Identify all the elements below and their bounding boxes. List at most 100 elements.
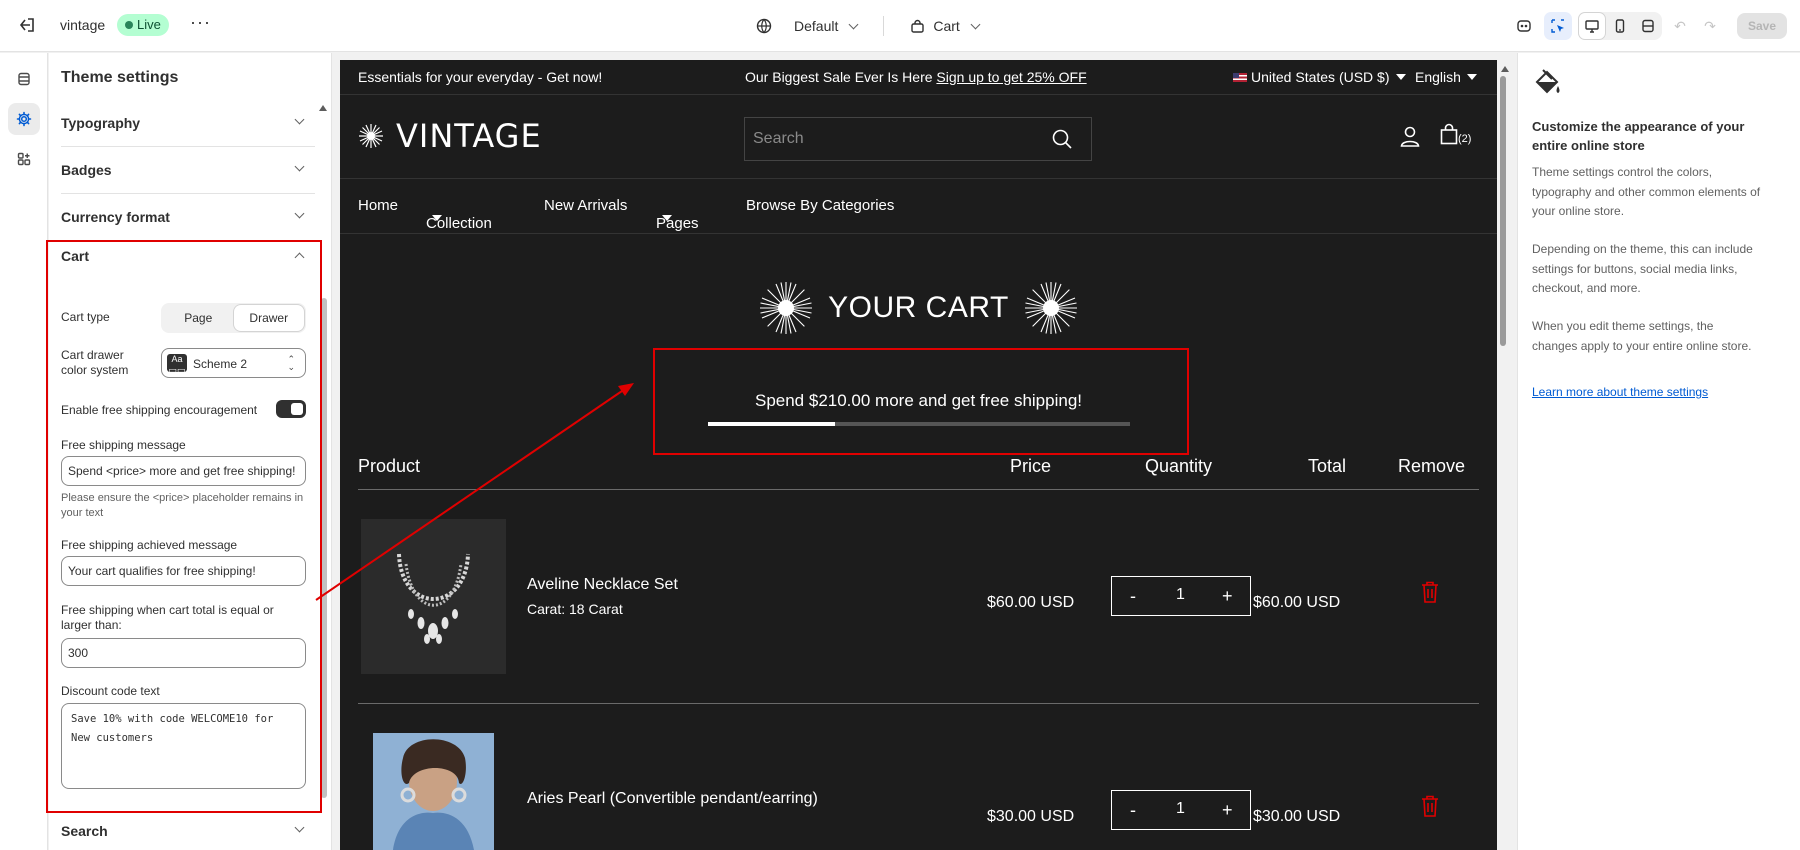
nav-new-arrivals[interactable]: New Arrivals xyxy=(544,197,627,214)
section-badges[interactable]: Badges xyxy=(61,147,315,194)
trash-icon[interactable] xyxy=(1420,794,1440,818)
item-price: $30.00 USD xyxy=(987,808,1075,825)
shipping-message-input[interactable]: Spend <price> more and get free shipping… xyxy=(61,456,306,486)
chevron-down-icon xyxy=(970,19,981,29)
cart-type-page[interactable]: Page xyxy=(163,305,234,331)
section-currency-format[interactable]: Currency format xyxy=(61,194,315,241)
page-label: Cart xyxy=(933,18,960,34)
theme-settings-panel: Theme settings Typography Badges Currenc… xyxy=(49,53,332,850)
scroll-up-arrow[interactable] xyxy=(319,105,327,111)
caret-down-icon xyxy=(1466,74,1477,80)
store-search[interactable]: Search xyxy=(744,117,1092,161)
col-remove: Remove xyxy=(1398,456,1466,476)
device-toggle xyxy=(1578,12,1662,40)
mobile-icon[interactable] xyxy=(1606,12,1634,40)
qty-minus-button[interactable]: - xyxy=(1130,800,1136,821)
save-button[interactable]: Save xyxy=(1737,13,1787,39)
rail-theme-settings[interactable] xyxy=(8,103,40,135)
item-total: $30.00 USD xyxy=(1253,808,1341,825)
country-selector[interactable]: United States (USD $) xyxy=(1233,69,1406,85)
store-preview: Essentials for your everyday - Get now! … xyxy=(340,60,1497,850)
chevron-down-icon xyxy=(294,822,305,833)
quantity-stepper: - 1 + xyxy=(1111,576,1251,616)
item-total: $60.00 USD xyxy=(1253,594,1341,611)
bag-icon xyxy=(911,19,925,33)
info-paragraph: Depending on the theme, this can include… xyxy=(1532,242,1753,295)
preview-scrollbar[interactable] xyxy=(1500,76,1506,346)
view-controls: ↶ ↷ xyxy=(1510,12,1722,40)
product-image-necklace[interactable] xyxy=(361,519,506,674)
item-price: $60.00 USD xyxy=(987,594,1075,611)
qty-value[interactable]: 1 xyxy=(1176,800,1185,818)
nav-browse-categories[interactable]: Browse By Categories xyxy=(746,197,894,214)
chevron-down-icon xyxy=(294,161,305,172)
info-paragraph: Theme settings control the colors, typog… xyxy=(1532,165,1761,218)
account-icon[interactable] xyxy=(1400,125,1420,147)
live-badge: Live xyxy=(117,14,169,36)
drawer-color-select[interactable]: Aa ▭▭ Scheme 2 ⌃ ⌄ xyxy=(161,348,306,378)
language-selector[interactable]: English xyxy=(1415,69,1477,85)
inspector-icon[interactable] xyxy=(1544,12,1572,40)
qty-minus-button[interactable]: - xyxy=(1130,586,1136,607)
cart-type-drawer[interactable]: Drawer xyxy=(233,305,304,331)
scroll-up-arrow[interactable] xyxy=(1501,66,1509,72)
panel-scrollbar[interactable] xyxy=(321,298,327,798)
rail-sections[interactable] xyxy=(8,63,40,95)
section-search[interactable]: Search xyxy=(61,811,315,850)
col-total: Total xyxy=(1308,456,1347,476)
bag-icon xyxy=(1440,123,1458,145)
item-name[interactable]: Aries Pearl (Convertible pendant/earring… xyxy=(527,790,818,808)
section-cart: Cart Cart type Page Drawer Cart drawer c… xyxy=(61,248,315,789)
qty-plus-button[interactable]: + xyxy=(1222,586,1233,607)
info-paragraph: When you edit theme settings, the change… xyxy=(1532,319,1752,353)
announcement-bar: Essentials for your everyday - Get now! … xyxy=(340,60,1497,94)
shipping-message-help: Please ensure the <price> placeholder re… xyxy=(61,492,304,519)
cart-type-toggle: Page Drawer xyxy=(161,303,306,333)
achieved-message-label: Free shipping achieved message xyxy=(61,538,238,552)
signup-link[interactable]: Sign up to get 25% OFF xyxy=(936,69,1086,85)
store-logo[interactable]: VINTAGE xyxy=(358,117,542,155)
encouragement-toggle[interactable] xyxy=(276,400,306,418)
gear-icon xyxy=(16,111,32,127)
apps-icon xyxy=(17,152,31,166)
desktop-icon[interactable] xyxy=(1578,12,1606,40)
undo-icon[interactable]: ↶ xyxy=(1668,12,1692,40)
section-typography[interactable]: Typography xyxy=(61,100,315,147)
discount-text-label: Discount code text xyxy=(61,684,160,698)
caret-down-icon xyxy=(432,215,442,221)
main-nav: Home Collection New Arrivals Pages Brows… xyxy=(340,179,1497,234)
trash-icon[interactable] xyxy=(1420,580,1440,604)
select-arrows-icon: ⌃ ⌄ xyxy=(287,354,295,372)
achieved-message-input[interactable]: Your cart qualifies for free shipping! xyxy=(61,556,306,586)
cart-icon-button[interactable]: (2) xyxy=(1440,123,1471,145)
redo-icon[interactable]: ↷ xyxy=(1698,12,1722,40)
col-price: Price xyxy=(1010,456,1052,476)
item-name[interactable]: Aveline Necklace Set xyxy=(527,576,678,594)
color-scheme-swatch: Aa ▭▭ xyxy=(167,354,187,375)
table-divider xyxy=(358,489,1479,490)
qty-value[interactable]: 1 xyxy=(1176,586,1185,604)
discount-text-input[interactable]: Save 10% with code WELCOME10 for New cus… xyxy=(61,703,306,789)
more-actions-button[interactable]: ··· xyxy=(190,12,211,33)
app-embeds-icon[interactable] xyxy=(1510,12,1538,40)
threshold-input[interactable]: 300 xyxy=(61,638,306,668)
drawer-color-label: Cart drawer color system xyxy=(61,348,129,377)
caret-down-icon xyxy=(1395,74,1406,80)
qty-plus-button[interactable]: + xyxy=(1222,800,1233,821)
announcement-center: Our Biggest Sale Ever Is Here Sign up to… xyxy=(745,69,1087,85)
exit-icon[interactable] xyxy=(16,14,38,36)
theme-selector[interactable]: Default xyxy=(756,18,859,34)
fullscreen-icon[interactable] xyxy=(1634,12,1662,40)
store-header: VINTAGE Search (2) xyxy=(340,94,1497,179)
product-image-pearl[interactable] xyxy=(373,733,494,850)
page-selector[interactable]: Cart xyxy=(910,18,981,34)
panel-title: Theme settings xyxy=(61,69,179,86)
cart-page-title: YOUR CART xyxy=(340,280,1497,344)
preview-scrollbar-track xyxy=(1497,60,1509,850)
learn-more-link[interactable]: Learn more about theme settings xyxy=(1532,385,1708,399)
search-icon xyxy=(1052,129,1072,149)
rail-apps[interactable] xyxy=(8,143,40,175)
nav-home[interactable]: Home xyxy=(358,197,398,214)
col-quantity: Quantity xyxy=(1145,456,1213,476)
cart-section-header[interactable]: Cart xyxy=(61,248,315,278)
